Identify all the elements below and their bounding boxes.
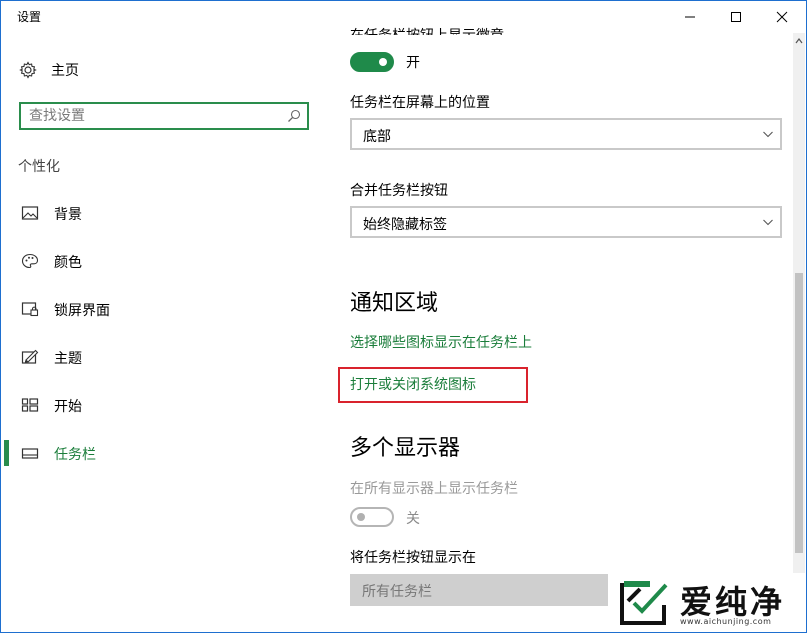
sidebar-item-start[interactable]: 开始	[1, 385, 313, 425]
settings-window: 设置 主页 个性化 背景	[0, 0, 807, 633]
close-button[interactable]	[759, 1, 805, 33]
maximize-icon	[731, 12, 741, 22]
combine-buttons-label: 合并任务栏按钮	[350, 183, 448, 199]
show-buttons-on-dropdown[interactable]: 所有任务栏	[350, 574, 608, 606]
notification-area-heading: 通知区域	[350, 291, 439, 316]
search-icon[interactable]	[287, 109, 301, 123]
all-displays-toggle-state: 关	[406, 511, 420, 527]
badge-setting-label: 在任务栏按钮上显示徽章	[350, 25, 504, 35]
taskbar-icon	[21, 448, 39, 459]
personalization-section-label: 个性化	[18, 159, 60, 175]
sidebar-item-label: 任务栏	[54, 447, 96, 463]
lock-screen-icon	[21, 302, 39, 317]
minimize-button[interactable]	[667, 1, 713, 33]
theme-brush-icon	[21, 349, 39, 364]
vertical-scrollbar[interactable]	[793, 33, 805, 631]
maximize-button[interactable]	[713, 1, 759, 33]
badge-toggle-state: 开	[406, 55, 420, 71]
toggle-knob	[379, 58, 387, 66]
sidebar-item-label: 开始	[54, 399, 82, 415]
taskbar-position-label: 任务栏在屏幕上的位置	[350, 95, 490, 111]
show-buttons-on-value: 所有任务栏	[362, 584, 432, 600]
taskbar-position-dropdown[interactable]: 底部	[350, 118, 782, 150]
scroll-up-arrow-icon[interactable]	[793, 35, 805, 47]
combine-buttons-value: 始终隐藏标签	[363, 217, 447, 233]
sidebar-item-label: 背景	[54, 207, 82, 223]
sidebar-item-label: 锁屏界面	[54, 303, 110, 319]
taskbar-position-value: 底部	[363, 129, 391, 145]
show-buttons-on-label: 将任务栏按钮显示在	[350, 550, 476, 566]
palette-icon	[21, 253, 39, 269]
watermark-url: www.aichunjing.com	[680, 617, 772, 626]
gear-icon	[19, 61, 37, 79]
picture-icon	[21, 206, 39, 220]
active-indicator	[4, 440, 9, 466]
chevron-down-icon	[763, 131, 773, 138]
close-icon	[776, 11, 788, 23]
start-grid-icon	[21, 398, 39, 412]
home-nav-item[interactable]: 主页	[19, 59, 79, 81]
sidebar-item-taskbar[interactable]: 任务栏	[1, 433, 313, 473]
sidebar-item-lock-screen[interactable]: 锁屏界面	[1, 289, 313, 329]
select-taskbar-icons-link[interactable]: 选择哪些图标显示在任务栏上	[350, 332, 532, 352]
chevron-down-icon	[763, 219, 773, 226]
watermark-logo-icon	[620, 581, 668, 625]
scrollbar-thumb[interactable]	[795, 273, 803, 553]
home-label: 主页	[51, 63, 79, 79]
multiple-displays-heading: 多个显示器	[350, 436, 461, 461]
sidebar-item-background[interactable]: 背景	[1, 193, 313, 233]
sidebar-item-colors[interactable]: 颜色	[1, 241, 313, 281]
sidebar-item-label: 颜色	[54, 255, 82, 271]
window-title: 设置	[17, 10, 42, 24]
all-displays-toggle[interactable]	[350, 507, 394, 527]
highlight-box	[338, 367, 528, 403]
combine-buttons-dropdown[interactable]: 始终隐藏标签	[350, 206, 782, 238]
toggle-knob	[357, 513, 365, 521]
minimize-icon	[685, 16, 695, 18]
search-box	[19, 102, 309, 130]
sidebar-item-label: 主题	[54, 351, 82, 367]
watermark: 爱纯净 www.aichunjing.com	[608, 573, 806, 632]
sidebar-item-themes[interactable]: 主题	[1, 337, 313, 377]
badge-toggle[interactable]	[350, 52, 394, 72]
show-on-all-displays-label: 在所有显示器上显示任务栏	[350, 481, 518, 497]
search-input[interactable]	[21, 104, 269, 128]
